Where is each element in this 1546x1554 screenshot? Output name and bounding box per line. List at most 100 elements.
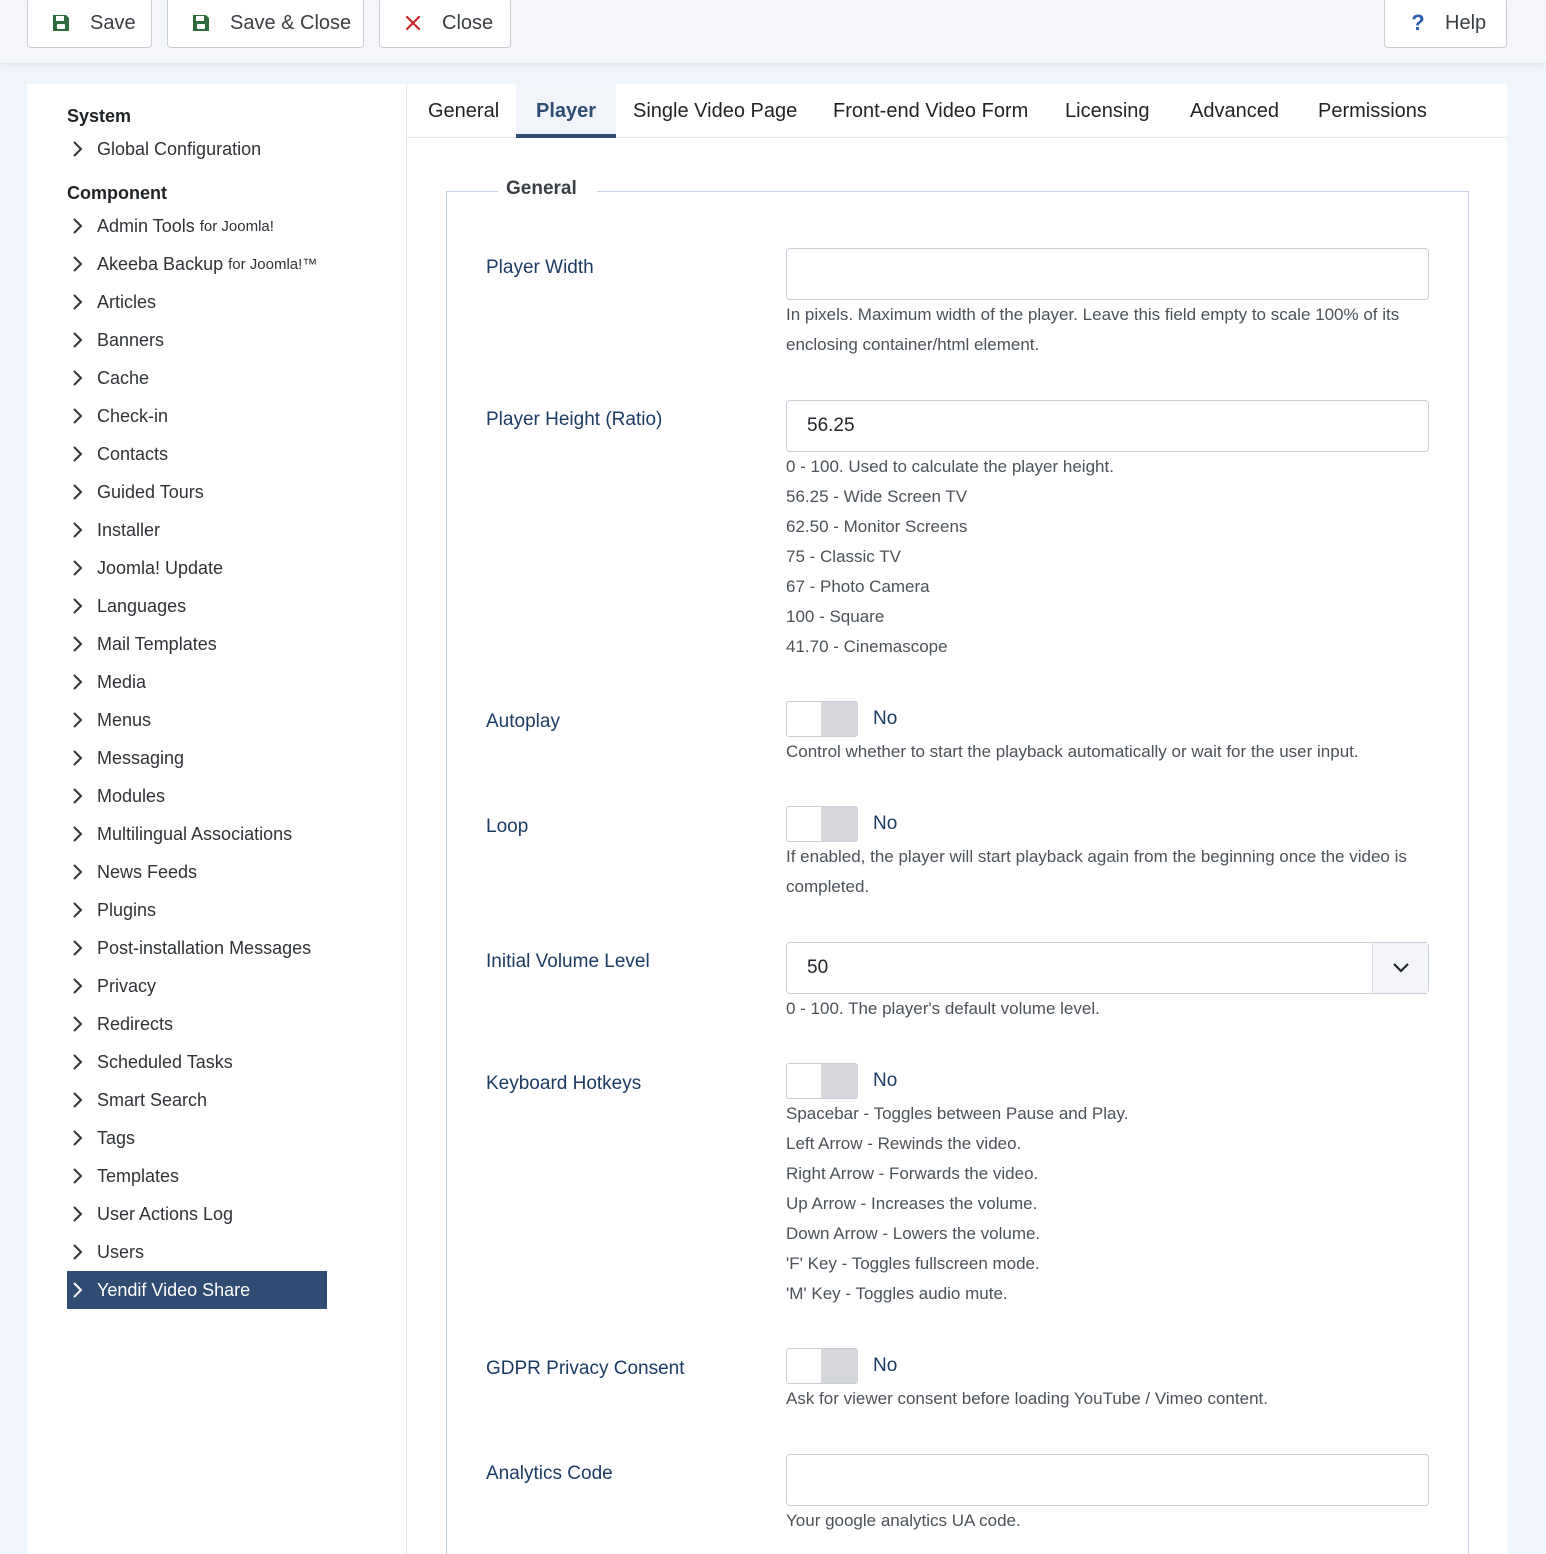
sidebar-heading-component: Component: [67, 183, 167, 203]
volume-select[interactable]: 50: [786, 942, 1429, 994]
sidebar-item-post-installation-messages[interactable]: Post-installation Messages: [67, 929, 327, 967]
sidebar-item-user-actions-log[interactable]: User Actions Log: [67, 1195, 327, 1233]
save-close-label: Save & Close: [230, 11, 352, 34]
sidebar-item-menus[interactable]: Menus: [67, 701, 327, 739]
chevron-right-icon: [71, 331, 93, 349]
loop-toggle[interactable]: [786, 806, 858, 842]
toolbar: Save Save & Close Close ? Help: [0, 0, 1546, 64]
save-close-button[interactable]: Save & Close: [167, 0, 364, 48]
tab-advanced[interactable]: Advanced: [1170, 84, 1299, 138]
tab-player[interactable]: Player: [516, 84, 617, 138]
chevron-right-icon: [71, 1205, 93, 1223]
sidebar-item-label: Messaging: [97, 747, 185, 768]
chevron-right-icon: [71, 1281, 93, 1299]
sidebar-item-installer[interactable]: Installer: [67, 511, 327, 549]
sidebar-item-admin-tools[interactable]: Admin Tools for Joomla!: [67, 207, 327, 245]
sidebar-item-label: News Feeds: [97, 861, 198, 882]
sidebar-item-akeeba-backup[interactable]: Akeeba Backup for Joomla!™: [67, 245, 327, 283]
main-card: System Global Configuration Component Ad…: [27, 84, 1507, 1554]
tab-front-end-video-form[interactable]: Front-end Video Form: [813, 84, 1048, 138]
chevron-right-icon: [71, 673, 93, 691]
sidebar-item-joomla-update[interactable]: Joomla! Update: [67, 549, 327, 587]
sidebar-item-plugins[interactable]: Plugins: [67, 891, 327, 929]
floppy-disk-icon: [190, 12, 212, 34]
close-label: Close: [442, 11, 494, 34]
chevron-down-icon: [1372, 943, 1428, 993]
hotkeys-state: No: [873, 1070, 898, 1091]
sidebar-item-label: Media: [97, 671, 147, 692]
sidebar-item-label: User Actions Log: [97, 1203, 234, 1224]
sidebar-item-media[interactable]: Media: [67, 663, 327, 701]
hotkeys-help: Spacebar - Toggles between Pause and Pla…: [786, 1104, 1129, 1303]
sidebar-item-label: Scheduled Tasks: [97, 1051, 233, 1072]
chevron-right-icon: [71, 407, 93, 425]
sidebar-item-label: Post-installation Messages: [97, 937, 312, 958]
sidebar-item-modules[interactable]: Modules: [67, 777, 327, 815]
sidebar-item-templates[interactable]: Templates: [67, 1157, 327, 1195]
sidebar-item-users[interactable]: Users: [67, 1233, 327, 1271]
autoplay-state: No: [873, 708, 898, 729]
sidebar-item-label: Yendif Video Share: [97, 1279, 251, 1300]
chevron-right-icon: [71, 749, 93, 767]
sidebar-item-redirects[interactable]: Redirects: [67, 1005, 327, 1043]
chevron-right-icon: [71, 140, 93, 158]
chevron-right-icon: [71, 635, 93, 653]
sidebar-item-check-in[interactable]: Check-in: [67, 397, 327, 435]
analytics-help: Your google analytics UA code.: [786, 1511, 1021, 1530]
player-width-label: Player Width: [486, 257, 594, 278]
close-button[interactable]: Close: [379, 0, 511, 48]
sidebar-item-articles[interactable]: Articles: [67, 283, 327, 321]
chevron-right-icon: [71, 1129, 93, 1147]
sidebar-item-tags[interactable]: Tags: [67, 1119, 327, 1157]
sidebar-item-label: Plugins: [97, 899, 157, 920]
tab-single-video-page[interactable]: Single Video Page: [613, 84, 817, 138]
sidebar-item-guided-tours[interactable]: Guided Tours: [67, 473, 327, 511]
hotkeys-toggle[interactable]: [786, 1063, 858, 1099]
chevron-right-icon: [71, 293, 93, 311]
chevron-right-icon: [71, 597, 93, 615]
toggle-knob: [821, 702, 857, 736]
sidebar-item-global-configuration[interactable]: Global Configuration: [67, 130, 327, 168]
gdpr-toggle[interactable]: [786, 1348, 858, 1384]
player-width-input[interactable]: [786, 248, 1429, 300]
sidebar-item-label: Articles: [97, 291, 157, 312]
sidebar-item-cache[interactable]: Cache: [67, 359, 327, 397]
autoplay-toggle[interactable]: [786, 701, 858, 737]
sidebar-item-label: Contacts: [97, 443, 169, 464]
tab-licensing[interactable]: Licensing: [1045, 84, 1170, 138]
tab-permissions[interactable]: Permissions: [1298, 84, 1447, 138]
sidebar-item-label: Akeeba Backup: [97, 253, 224, 274]
volume-help: 0 - 100. The player's default volume lev…: [786, 999, 1100, 1018]
sidebar-item-messaging[interactable]: Messaging: [67, 739, 327, 777]
gdpr-state: No: [873, 1355, 898, 1376]
sidebar-item-news-feeds[interactable]: News Feeds: [67, 853, 327, 891]
analytics-input[interactable]: [786, 1454, 1429, 1506]
sidebar-item-smart-search[interactable]: Smart Search: [67, 1081, 327, 1119]
sidebar-item-mail-templates[interactable]: Mail Templates: [67, 625, 327, 663]
sidebar-item-scheduled-tasks[interactable]: Scheduled Tasks: [67, 1043, 327, 1081]
sidebar: System Global Configuration Component Ad…: [27, 84, 407, 1554]
sidebar-item-label: Languages: [97, 595, 187, 616]
sidebar-item-yendif-video-share[interactable]: Yendif Video Share: [67, 1271, 327, 1309]
sidebar-item-multilingual-associations[interactable]: Multilingual Associations: [67, 815, 327, 853]
chevron-right-icon: [71, 825, 93, 843]
chevron-right-icon: [71, 483, 93, 501]
chevron-right-icon: [71, 939, 93, 957]
sidebar-item-label: Smart Search: [97, 1089, 208, 1110]
sidebar-item-contacts[interactable]: Contacts: [67, 435, 327, 473]
tab-bar: General Player Single Video Page Front-e…: [407, 84, 1507, 138]
sidebar-item-label: Tags: [97, 1127, 136, 1148]
sidebar-item-label: Menus: [97, 709, 152, 730]
sidebar-item-languages[interactable]: Languages: [67, 587, 327, 625]
loop-help: If enabled, the player will start playba…: [786, 847, 1407, 896]
tab-general[interactable]: General: [408, 84, 519, 138]
chevron-right-icon: [71, 217, 93, 235]
chevron-right-icon: [71, 901, 93, 919]
player-height-input[interactable]: [786, 400, 1429, 452]
help-button[interactable]: ? Help: [1384, 0, 1507, 48]
player-height-label: Player Height (Ratio): [486, 409, 663, 430]
sidebar-item-privacy[interactable]: Privacy: [67, 967, 327, 1005]
sidebar-item-label: Global Configuration: [97, 138, 262, 159]
sidebar-item-banners[interactable]: Banners: [67, 321, 327, 359]
save-button[interactable]: Save: [27, 0, 152, 48]
